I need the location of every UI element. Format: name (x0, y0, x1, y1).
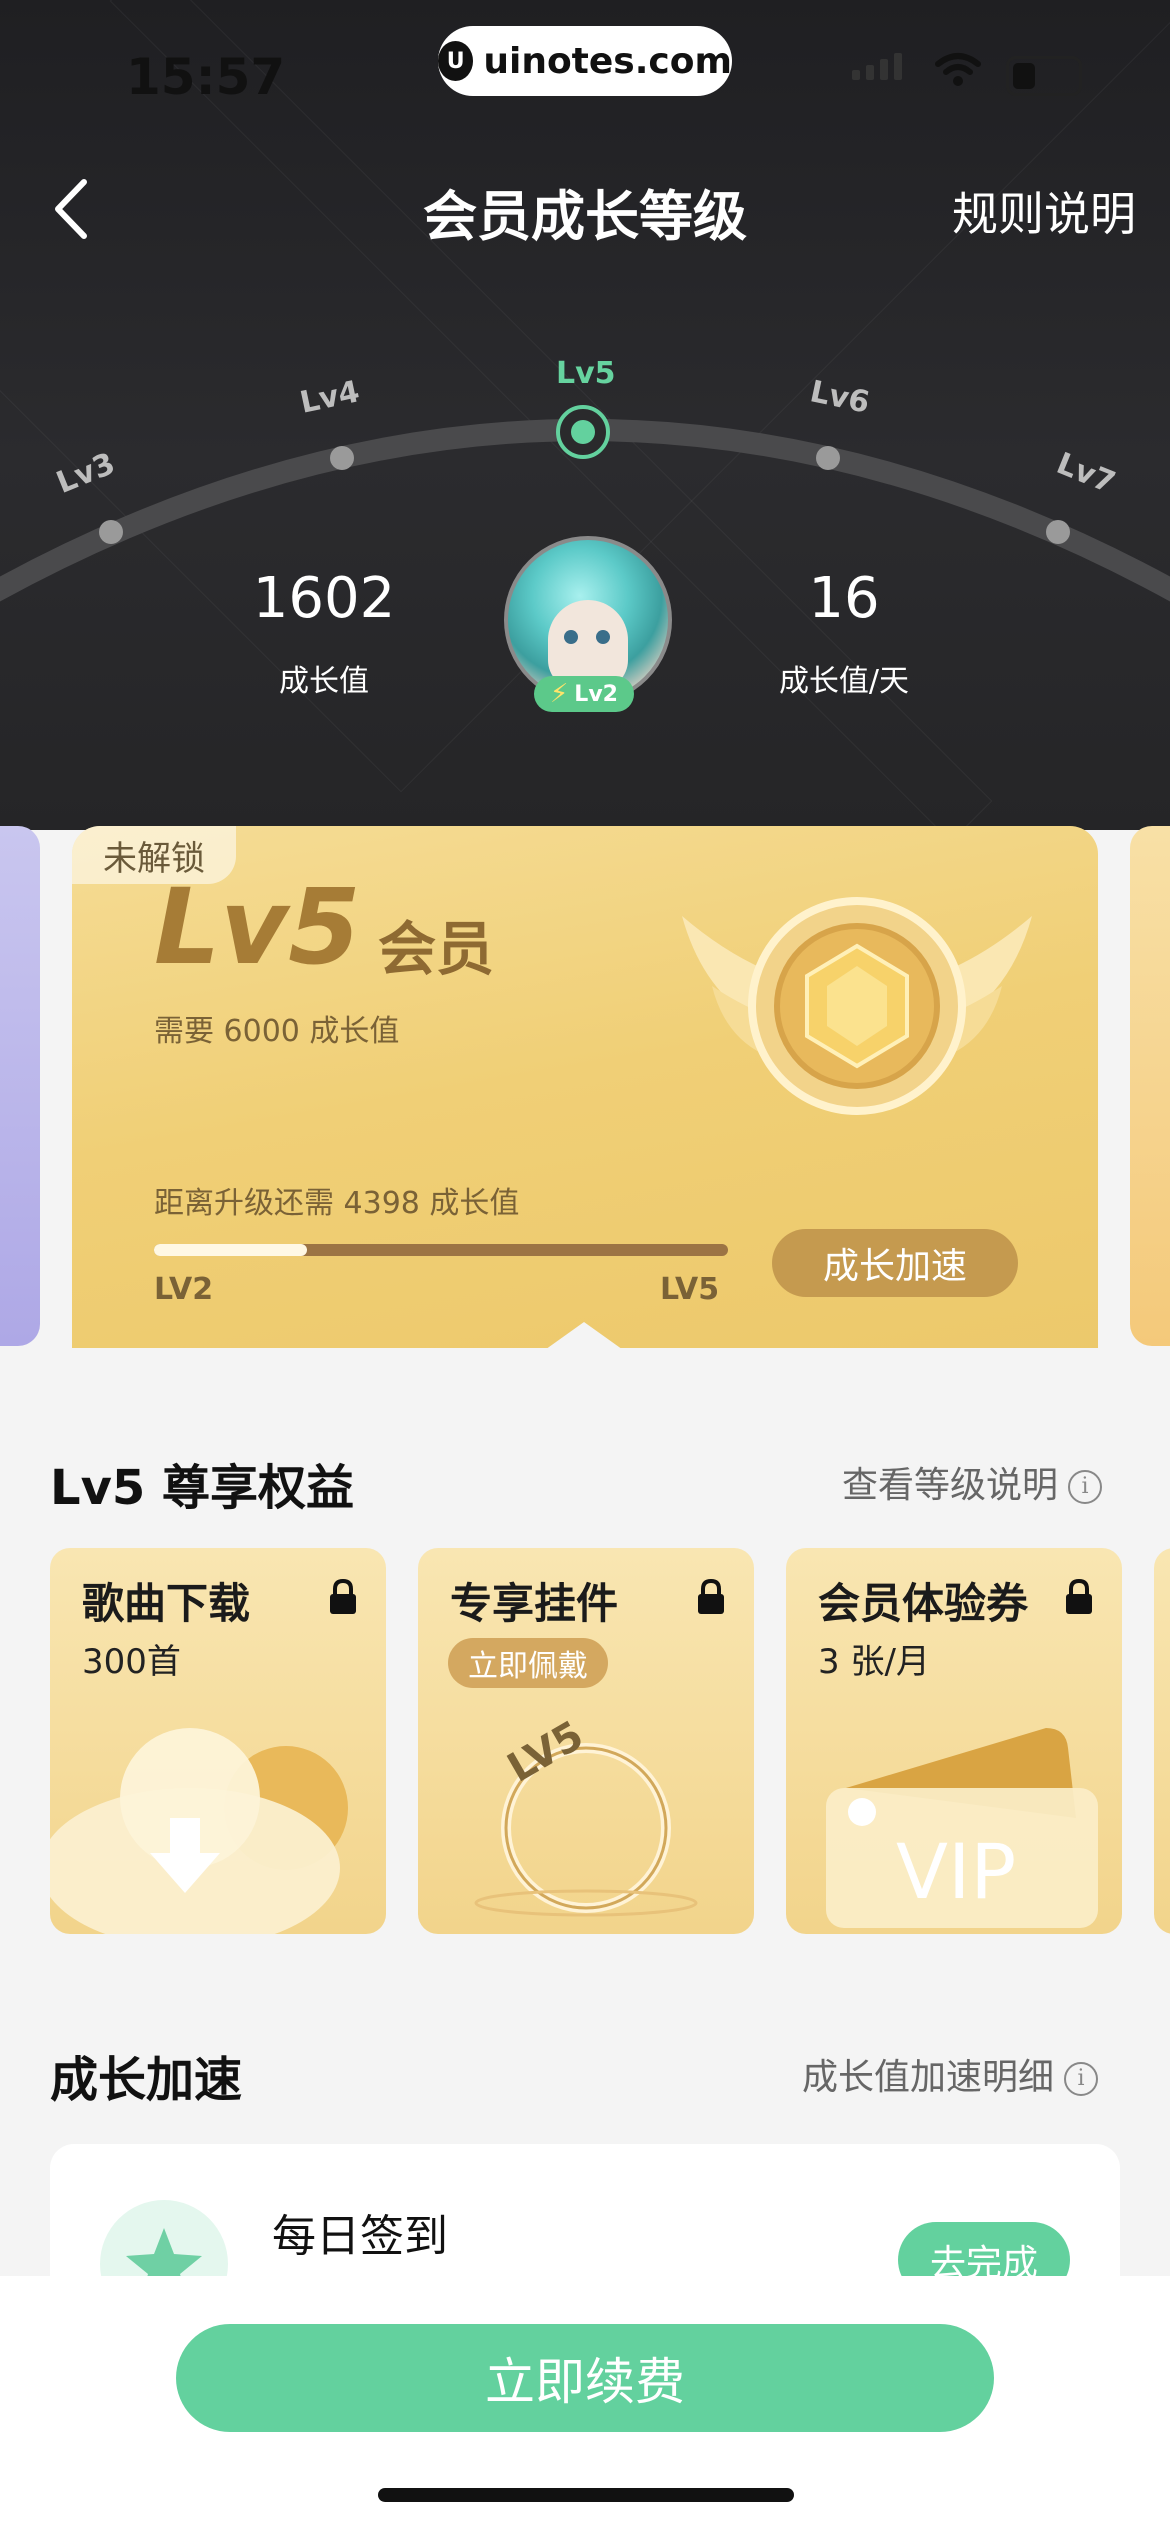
benefit-card-pendant[interactable]: 专享挂件 立即佩戴 LV5 (418, 1548, 754, 1934)
progress-from-label: LV2 (154, 1272, 214, 1307)
pendant-label: LV5 (500, 1712, 591, 1791)
growth-value: 1602 (252, 566, 396, 631)
vip-ticket-icon: VIP (826, 1728, 1098, 1928)
level-card-prev[interactable] (0, 826, 40, 1346)
info-icon: i (1064, 2062, 1099, 2096)
page-title: 会员成长等级 (423, 185, 747, 248)
growth-value-label: 成长值 (279, 664, 369, 699)
info-icon: i (1068, 1470, 1103, 1504)
daily-growth: 16 (808, 566, 880, 631)
back-arrow-icon[interactable] (50, 176, 90, 242)
avatar-level-badge: ⚡ Lv2 (534, 676, 634, 712)
level-info-link[interactable]: 查看等级说明 i (842, 1456, 1103, 1508)
avatar-level-text: Lv2 (574, 681, 618, 707)
watermark-logo-icon: U (438, 41, 474, 81)
benefit-detail: 3 张/月 (818, 1642, 930, 1682)
level-node-lv6[interactable] (816, 446, 840, 470)
level-node-lv3[interactable] (99, 520, 123, 544)
home-indicator (378, 2488, 794, 2502)
growth-speed-button[interactable]: 成长加速 (772, 1229, 1018, 1297)
benefit-detail: 300首 (82, 1642, 181, 1682)
level-medal-icon (682, 897, 1032, 1115)
card-remaining: 距离升级还需 4398 成长值 (154, 1186, 520, 1221)
level-node-lv5-current[interactable] (556, 405, 610, 459)
lightning-icon: ⚡ (550, 679, 569, 709)
progress-to-label: LV5 (660, 1272, 720, 1307)
level-info-link-text: 查看等级说明 (842, 1465, 1059, 1506)
status-time: 15:57 (126, 48, 286, 106)
benefit-card-voucher[interactable]: 会员体验券 3 张/月 VIP (786, 1548, 1122, 1934)
level-card-next[interactable] (1130, 826, 1170, 1346)
growth-detail-link-text: 成长值加速明细 (802, 2057, 1055, 2098)
watermark-badge: U uinotes.com (438, 26, 732, 96)
pendant-frame-icon: LV5 (474, 1712, 698, 1917)
card-pointer (542, 1322, 626, 1352)
renew-button[interactable]: 立即续费 (176, 2324, 994, 2432)
benefit-card-download[interactable]: 歌曲下载 300首 (50, 1548, 386, 1934)
card-level: Lv5 (154, 866, 361, 988)
growth-title: 成长加速 (50, 2052, 243, 2108)
level-progress-bar (154, 1244, 728, 1256)
watermark-text: uinotes.com (483, 40, 732, 82)
lock-icon (330, 1578, 356, 1614)
battery-icon (1006, 56, 1082, 96)
lock-icon (1066, 1578, 1092, 1614)
benefit-name: 会员体验券 (818, 1579, 1029, 1628)
cloud-download-icon (50, 1728, 348, 1934)
benefit-card-next[interactable] (1154, 1548, 1170, 1934)
lock-icon (698, 1578, 724, 1614)
growth-detail-link[interactable]: 成长值加速明细 i (802, 2048, 1099, 2100)
level-node-lv7[interactable] (1046, 520, 1070, 544)
benefit-name: 专享挂件 (450, 1579, 619, 1628)
rules-link[interactable]: 规则说明 (952, 178, 1136, 244)
task-name: 每日签到 (272, 2211, 448, 2262)
wear-now-button[interactable]: 立即佩戴 (448, 1638, 608, 1688)
level-label-lv5[interactable]: Lv5 (556, 356, 616, 391)
vip-text: VIP (896, 1827, 1016, 1916)
wifi-icon (935, 53, 981, 86)
benefit-name: 歌曲下载 (82, 1579, 251, 1628)
level-progress-fill (154, 1244, 308, 1256)
card-member-word: 会员 (378, 915, 495, 983)
level-node-lv4[interactable] (330, 446, 354, 470)
benefits-title: Lv5 尊享权益 (50, 1460, 354, 1516)
signal-icon (852, 53, 902, 80)
level-card-lv5[interactable]: 未解锁 Lv5 会员 需要 6000 成长值 距离升级还需 4398 成长值 L… (72, 826, 1098, 1386)
daily-growth-label: 成长值/天 (778, 664, 910, 699)
card-required: 需要 6000 成长值 (154, 1014, 400, 1049)
